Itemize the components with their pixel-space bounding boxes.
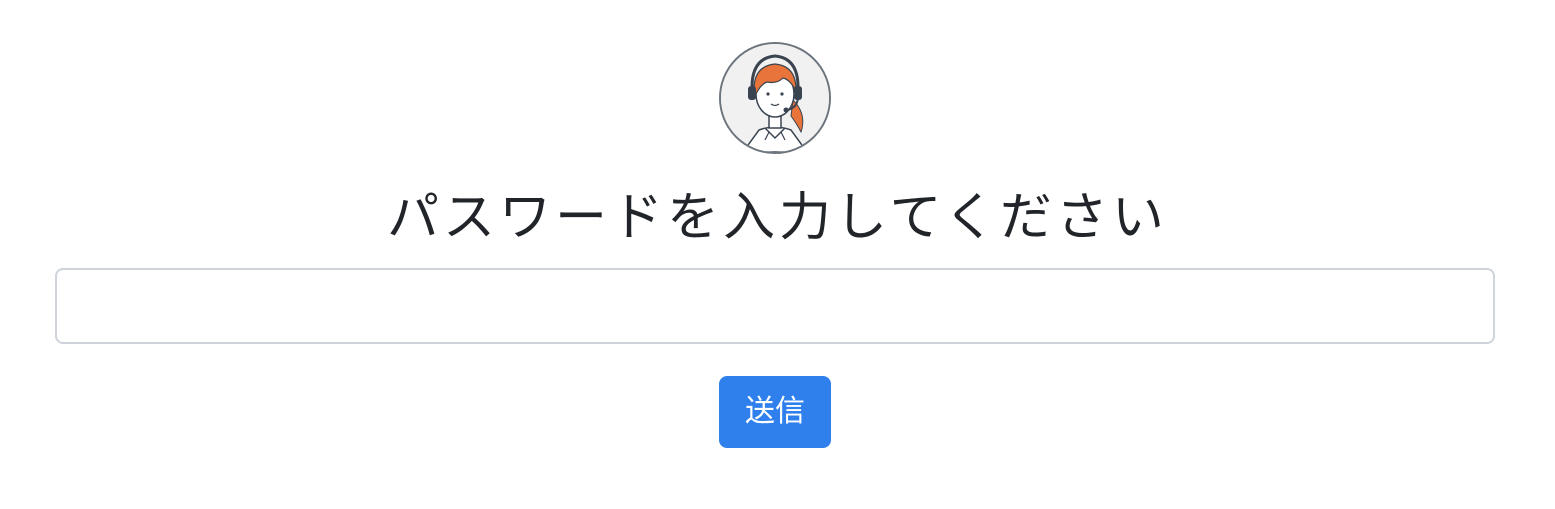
login-page: パスワードを入力してください 送信 (0, 0, 1555, 509)
support-operator-avatar-icon (721, 44, 829, 152)
password-field[interactable] (55, 268, 1495, 344)
submit-button[interactable]: 送信 (719, 376, 831, 448)
avatar (719, 42, 831, 154)
page-title: パスワードを入力してください (387, 188, 1168, 248)
